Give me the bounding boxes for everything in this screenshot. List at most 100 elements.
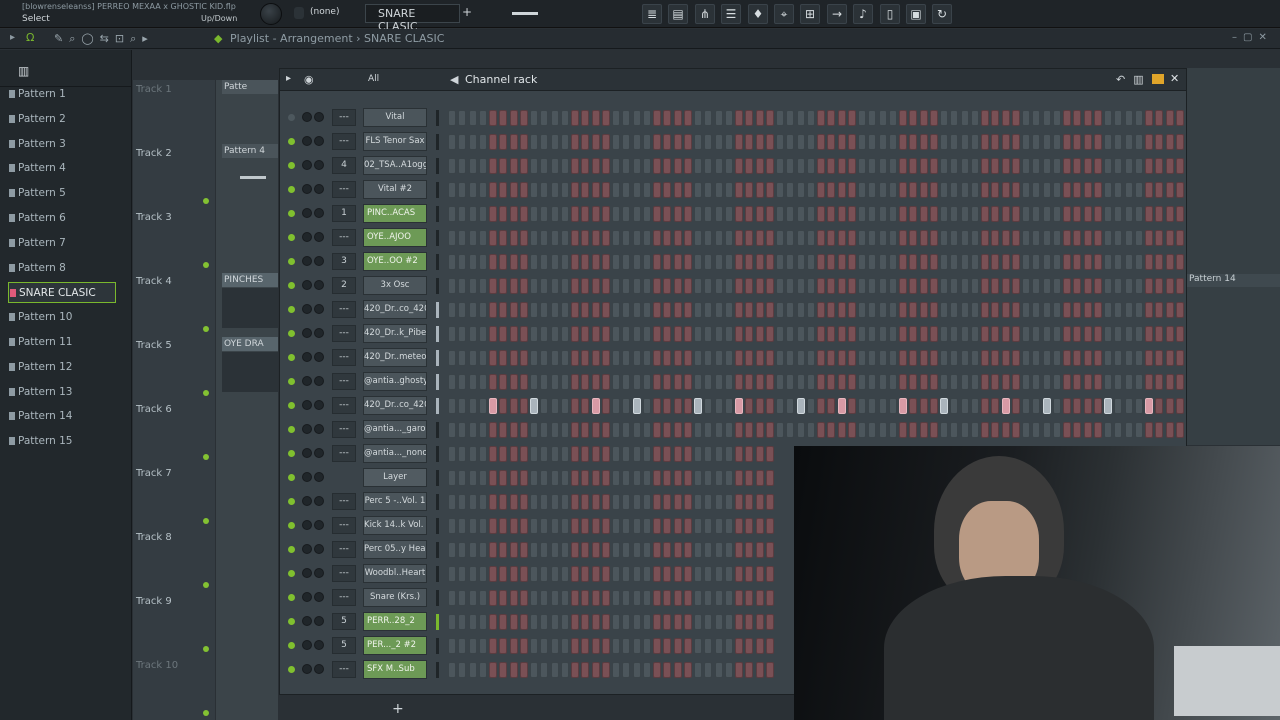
step-button[interactable] (724, 182, 733, 198)
step-button[interactable] (960, 326, 969, 342)
step-button[interactable] (827, 134, 836, 150)
step-button[interactable] (878, 422, 887, 438)
step-button[interactable] (489, 566, 497, 582)
step-button[interactable] (909, 230, 918, 246)
mixer-track-route[interactable]: 5 (332, 613, 356, 630)
step-button[interactable] (683, 254, 692, 270)
step-button[interactable] (509, 662, 518, 678)
step-button[interactable] (714, 638, 723, 654)
step-button[interactable] (735, 542, 743, 558)
step-button[interactable] (1001, 158, 1010, 174)
step-button[interactable] (704, 302, 713, 318)
step-button[interactable] (642, 350, 651, 366)
step-button[interactable] (796, 134, 805, 150)
pattern-item[interactable]: Pattern 13 (8, 382, 116, 403)
step-button[interactable] (858, 374, 866, 390)
step-button[interactable] (960, 158, 969, 174)
step-button[interactable] (1124, 230, 1133, 246)
step-button[interactable] (1083, 374, 1092, 390)
step-button[interactable] (1134, 182, 1143, 198)
step-button[interactable] (581, 110, 590, 126)
step-button[interactable] (1114, 254, 1123, 270)
step-button[interactable] (1165, 374, 1174, 390)
step-button[interactable] (950, 254, 959, 270)
rack-options-icons[interactable]: ↶▥ (1116, 73, 1152, 86)
track-label[interactable]: Track 9 (136, 596, 172, 607)
step-button[interactable] (1093, 254, 1102, 270)
step-button[interactable] (704, 542, 713, 558)
step-button[interactable] (1175, 254, 1184, 270)
step-button[interactable] (683, 350, 692, 366)
step-button[interactable] (776, 182, 784, 198)
step-button[interactable] (1083, 278, 1092, 294)
step-button[interactable] (673, 374, 682, 390)
step-button[interactable] (1032, 302, 1041, 318)
mixer-track-route[interactable]: 1 (332, 205, 356, 222)
step-button[interactable] (981, 110, 989, 126)
step-button[interactable] (458, 374, 467, 390)
step-button[interactable] (673, 182, 682, 198)
step-button[interactable] (653, 206, 661, 222)
step-button[interactable] (499, 518, 508, 534)
step-button[interactable] (1063, 350, 1071, 366)
step-button[interactable] (458, 134, 467, 150)
step-button[interactable] (786, 278, 795, 294)
step-button[interactable] (530, 494, 538, 510)
step-button[interactable] (878, 110, 887, 126)
step-button[interactable] (673, 326, 682, 342)
step-button[interactable] (960, 182, 969, 198)
step-button[interactable] (817, 422, 825, 438)
step-button[interactable] (755, 254, 764, 270)
step-button[interactable] (1093, 302, 1102, 318)
swing-knob-icon[interactable]: ◉ (304, 73, 314, 86)
step-button[interactable] (1155, 134, 1164, 150)
step-button[interactable] (571, 494, 579, 510)
step-button[interactable] (499, 446, 508, 462)
step-button[interactable] (940, 374, 948, 390)
step-button[interactable] (612, 614, 620, 630)
mixer-track-route[interactable]: --- (332, 541, 356, 558)
file-icon[interactable]: ▯ (880, 4, 900, 24)
step-button[interactable] (878, 278, 887, 294)
pan-knob[interactable] (302, 280, 312, 290)
step-button[interactable] (929, 158, 938, 174)
step-button[interactable] (714, 614, 723, 630)
step-button[interactable] (550, 254, 559, 270)
step-button[interactable] (806, 254, 815, 270)
step-button[interactable] (714, 326, 723, 342)
step-button[interactable] (724, 254, 733, 270)
step-button[interactable] (560, 182, 569, 198)
step-button[interactable] (878, 158, 887, 174)
step-button[interactable] (837, 254, 846, 270)
step-button[interactable] (786, 326, 795, 342)
step-button[interactable] (1022, 182, 1030, 198)
step-button[interactable] (581, 326, 590, 342)
step-button[interactable] (991, 278, 1000, 294)
step-button[interactable] (878, 326, 887, 342)
step-button[interactable] (704, 518, 713, 534)
mixer-track-route[interactable]: --- (332, 565, 356, 582)
step-button[interactable] (765, 590, 774, 606)
step-button[interactable] (622, 158, 631, 174)
step-button[interactable] (1114, 182, 1123, 198)
step-button[interactable] (1052, 278, 1061, 294)
step-button[interactable] (489, 590, 497, 606)
step-button[interactable] (571, 182, 579, 198)
step-button[interactable] (981, 278, 989, 294)
channel-led[interactable] (288, 546, 295, 553)
step-button[interactable] (1052, 182, 1061, 198)
step-button[interactable] (601, 254, 610, 270)
step-button[interactable] (868, 206, 877, 222)
step-button[interactable] (1114, 350, 1123, 366)
step-button[interactable] (1155, 326, 1164, 342)
step-button[interactable] (694, 614, 702, 630)
volume-knob[interactable] (314, 664, 324, 674)
step-button[interactable] (694, 542, 702, 558)
mixer-track-route[interactable]: 3 (332, 253, 356, 270)
step-button[interactable] (489, 638, 497, 654)
step-button[interactable] (530, 422, 538, 438)
step-button[interactable] (1175, 398, 1184, 414)
step-button[interactable] (940, 398, 948, 414)
step-button[interactable] (837, 206, 846, 222)
step-button[interactable] (714, 518, 723, 534)
